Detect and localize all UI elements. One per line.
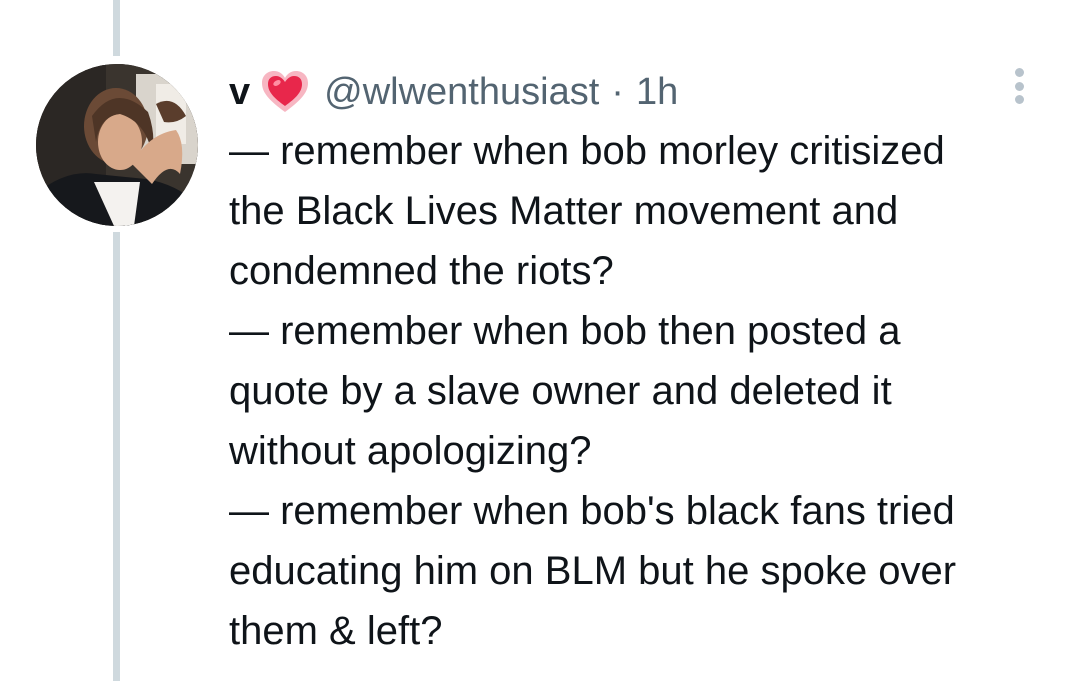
- thread-connector-top: [113, 0, 120, 56]
- timestamp[interactable]: 1h: [636, 66, 678, 118]
- user-handle[interactable]: @wlwenthusiast: [324, 66, 599, 118]
- avatar-photo: [36, 64, 198, 226]
- display-name[interactable]: v: [229, 66, 250, 118]
- tweet-text: — remember when bob morley critisized th…: [229, 121, 1069, 661]
- separator-dot: ·: [611, 71, 624, 113]
- tweet-paragraph: — remember when bob morley critisized th…: [229, 129, 945, 293]
- more-options-icon[interactable]: [1006, 66, 1032, 106]
- tweet-paragraph: — remember when bob's black fans tried e…: [229, 489, 957, 653]
- more-dot-1: [1014, 68, 1024, 77]
- more-dot-2: [1014, 81, 1024, 91]
- tweet-header: v @wlwenthusiast · 1h: [229, 66, 678, 118]
- sparkling-heart-icon: [260, 70, 310, 114]
- thread-connector-bottom: [113, 232, 120, 681]
- tweet-paragraph: — remember when bob then posted a quote …: [229, 309, 901, 473]
- avatar[interactable]: [36, 64, 198, 226]
- more-dot-3: [1014, 95, 1024, 104]
